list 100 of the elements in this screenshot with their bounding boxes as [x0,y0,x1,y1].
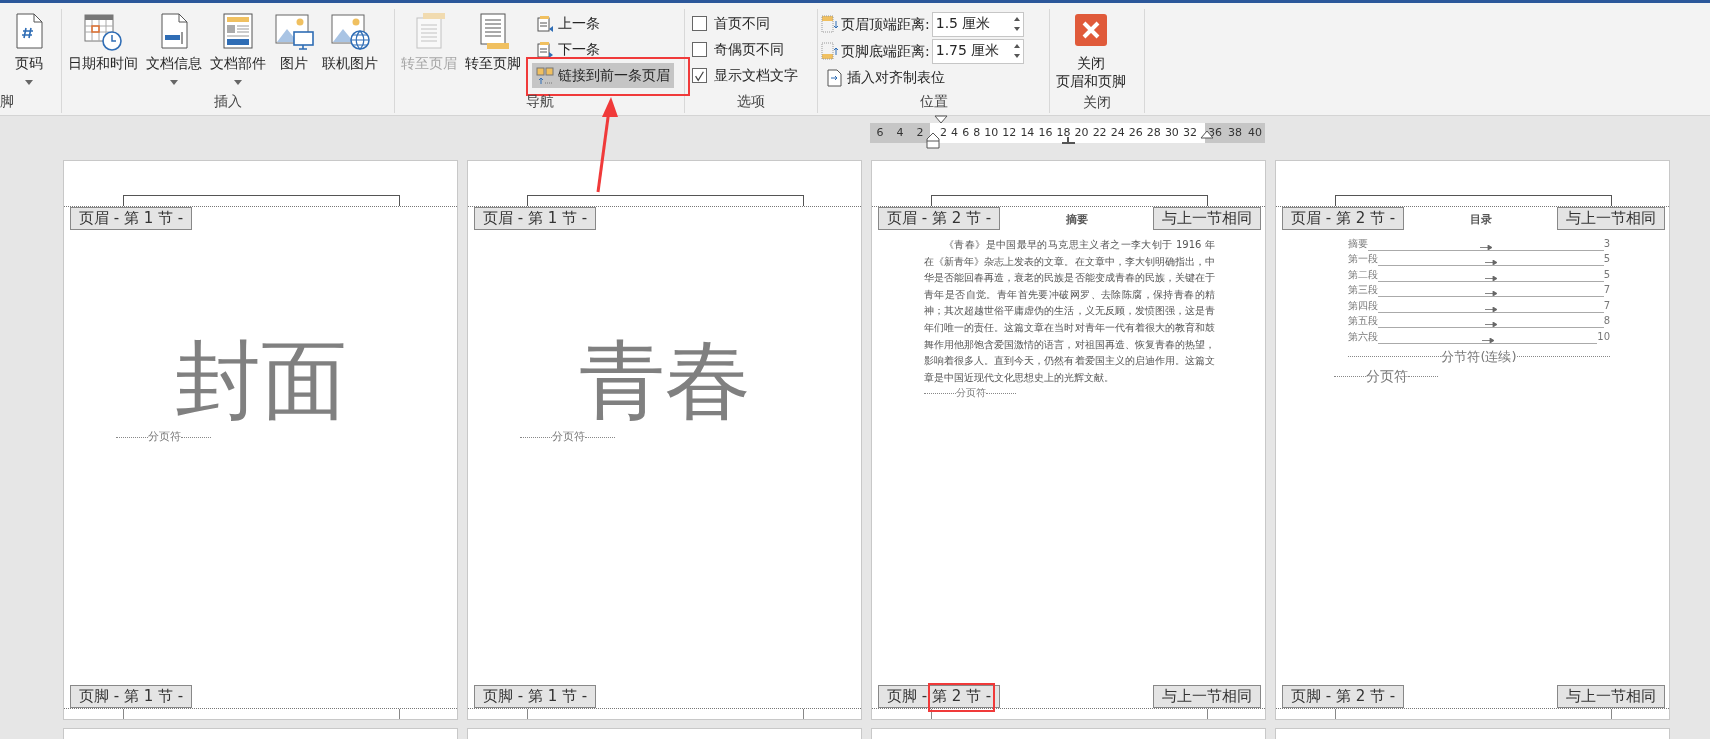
ribbon-button[interactable]: 关闭 页眉和页脚 [1053,9,1129,93]
group-label: 选项 [736,92,766,111]
caret-icon [234,80,242,86]
group-label: 插入 [213,92,243,111]
ribbon-button[interactable]: 文档信息 [143,9,205,88]
ribbon-command[interactable]: 上一条 [532,11,674,36]
document-arrow-icon [536,14,554,33]
paragraph: 《青春》是中国最早的马克思主义者之一李大钊于 1916 年在《新青年》杂志上发表的文章。在文章中，李大钊明确指出，中华是否能回春再造，衰老的民族是否能变成青春的民族，关键在于青年是否自觉。青年首先要冲破网罗、去除陈腐，保持青春的精神；其次超越世俗平庸虚伪的生活，义无反顾，发愤图强，这是青年们唯一的责任。这篇文章在当时对青年一代有着很大的教育和鼓舞作用他那饱含爱国激情的语言，对祖国再造、恢复青春的热望，影响着很多人。直到今天，仍然有着爱国主义的启迪作用。这篇文章是中国近现代文化思想史上的光辉文献。 [923,238,1216,385]
ruler-number: 2 [940,124,947,141]
checkbox-label[interactable]: 奇偶页不同 [714,39,784,60]
checkbox[interactable] [692,68,707,83]
header-tag: 页眉 - 第 1 节 - [70,207,193,230]
page-number: 5 [1603,267,1610,282]
header-tag: 页眉 - 第 2 节 - [878,207,1001,230]
link-tag: 与上一节相同 [1153,207,1261,230]
ruler-number: 10 [984,124,999,141]
spin-field[interactable]: 1.5 厘米 [931,11,1024,37]
ruler-number: 38 [1228,124,1242,141]
ribbon-button[interactable]: 转至页脚 [462,9,524,75]
link-tag: 与上一节相同 [1557,207,1665,230]
footer-tag: 页脚 - 第 2 节 - [878,685,1001,708]
header-tag: 页眉 - 第 2 节 - [1282,207,1405,230]
ruler-number: 40 [1248,124,1262,141]
checkbox-label[interactable]: 首页不同 [714,13,770,34]
toc-entry[interactable]: 摘要 [1348,235,1368,251]
spin-field[interactable]: 1.75 厘米 [931,38,1024,64]
group-label: 脚 [0,92,15,111]
ruler-number: 32 [1182,124,1197,141]
ruler-number: 26 [1128,124,1143,141]
document-arrow-icon [536,40,554,59]
field-label: 页脚底端距离: [841,41,930,61]
toc-entry[interactable]: 第一段 [1348,251,1378,266]
page-number: 3 [1603,236,1610,251]
tab-arrow-icon [1484,322,1497,327]
group-label: 关闭 [1082,93,1112,113]
ruler-number: 20 [1074,124,1089,141]
toc-entry[interactable]: 第四段 [1348,297,1378,313]
page-number: 7 [1603,283,1610,297]
tab-arrow-icon [1479,244,1492,250]
field-label: 页眉顶端距离: [841,14,930,34]
ruler-number: 6 [962,124,970,141]
link-tag: 与上一节相同 [1557,685,1665,708]
page-heading: 摘要 [1065,212,1088,228]
break-label: 分页符 [956,386,986,401]
ribbon-button[interactable]: 日期和时间 [65,9,141,75]
toc-entry[interactable]: 第六段 [1348,328,1378,344]
ruler-number: 22 [1092,124,1107,141]
tab-stop-icon [1061,137,1076,144]
caret-icon [170,80,178,86]
ribbon-button[interactable]: 图片 [271,9,317,75]
tab-arrow-icon [1484,275,1497,281]
tab-arrow-icon [1481,337,1494,343]
page-number: 5 [1603,252,1610,266]
toc-entry[interactable]: 第二段 [1348,266,1378,282]
ruler-number: 24 [1110,124,1125,141]
break-label: 分页符 [1366,367,1408,386]
break-label: 分页符 [552,429,585,446]
break-label: 分节符(连续) [1441,347,1517,366]
image-icon [274,11,314,51]
ruler-number: 4 [951,124,959,141]
calendar-clock-icon [83,11,123,51]
toc-entry[interactable]: 第三段 [1348,282,1378,297]
ruler-number: 30 [1164,124,1179,141]
footer-distance-icon [821,42,839,60]
ribbon-command[interactable]: 插入对齐制表位 [821,65,1021,90]
ruler-number: 36 [1208,124,1222,141]
header-distance-icon [821,15,839,33]
ribbon-button[interactable]: 联机图片 [319,9,381,75]
group-label: 导航 [524,92,555,111]
ribbon-button[interactable]: 页码 [6,9,52,88]
document-arrow-icon [825,68,843,87]
check-icon [693,69,706,84]
ruler-number: 18 [1056,124,1071,141]
ruler-number: 16 [1038,124,1053,141]
header-tag: 页眉 - 第 1 节 - [474,207,597,230]
header-link-icon [536,66,554,85]
ruler-number: 28 [1146,124,1161,141]
ruler-number: 4 [896,124,904,141]
toc-entry[interactable]: 第五段 [1348,313,1378,328]
ribbon-button[interactable]: 文档部件 [207,9,269,88]
link-tag: 与上一节相同 [1153,685,1261,708]
checkbox[interactable] [692,42,707,57]
ruler-number: 8 [973,124,981,141]
checkbox-label[interactable]: 显示文档文字 [714,65,798,86]
break-label: 分页符 [148,429,181,446]
group-label: 位置 [918,92,949,111]
image-globe-icon [330,11,370,51]
footer-tag: 页脚 - 第 1 节 - [474,685,597,708]
ruler-number: 6 [876,124,884,141]
ruler-number: 14 [1020,124,1035,141]
page-number: 7 [1603,298,1610,313]
page-number: 10 [1597,329,1610,344]
ribbon-command[interactable]: 链接到前一条页眉 [532,63,674,88]
ruler-number: 2 [916,124,924,141]
ruler-number: 12 [1002,124,1017,141]
page-number: 8 [1603,314,1610,328]
caret-icon [25,80,33,86]
ribbon-command[interactable]: 下一条 [532,37,674,62]
tab-arrow-icon [1484,306,1497,312]
checkbox[interactable] [692,16,707,31]
